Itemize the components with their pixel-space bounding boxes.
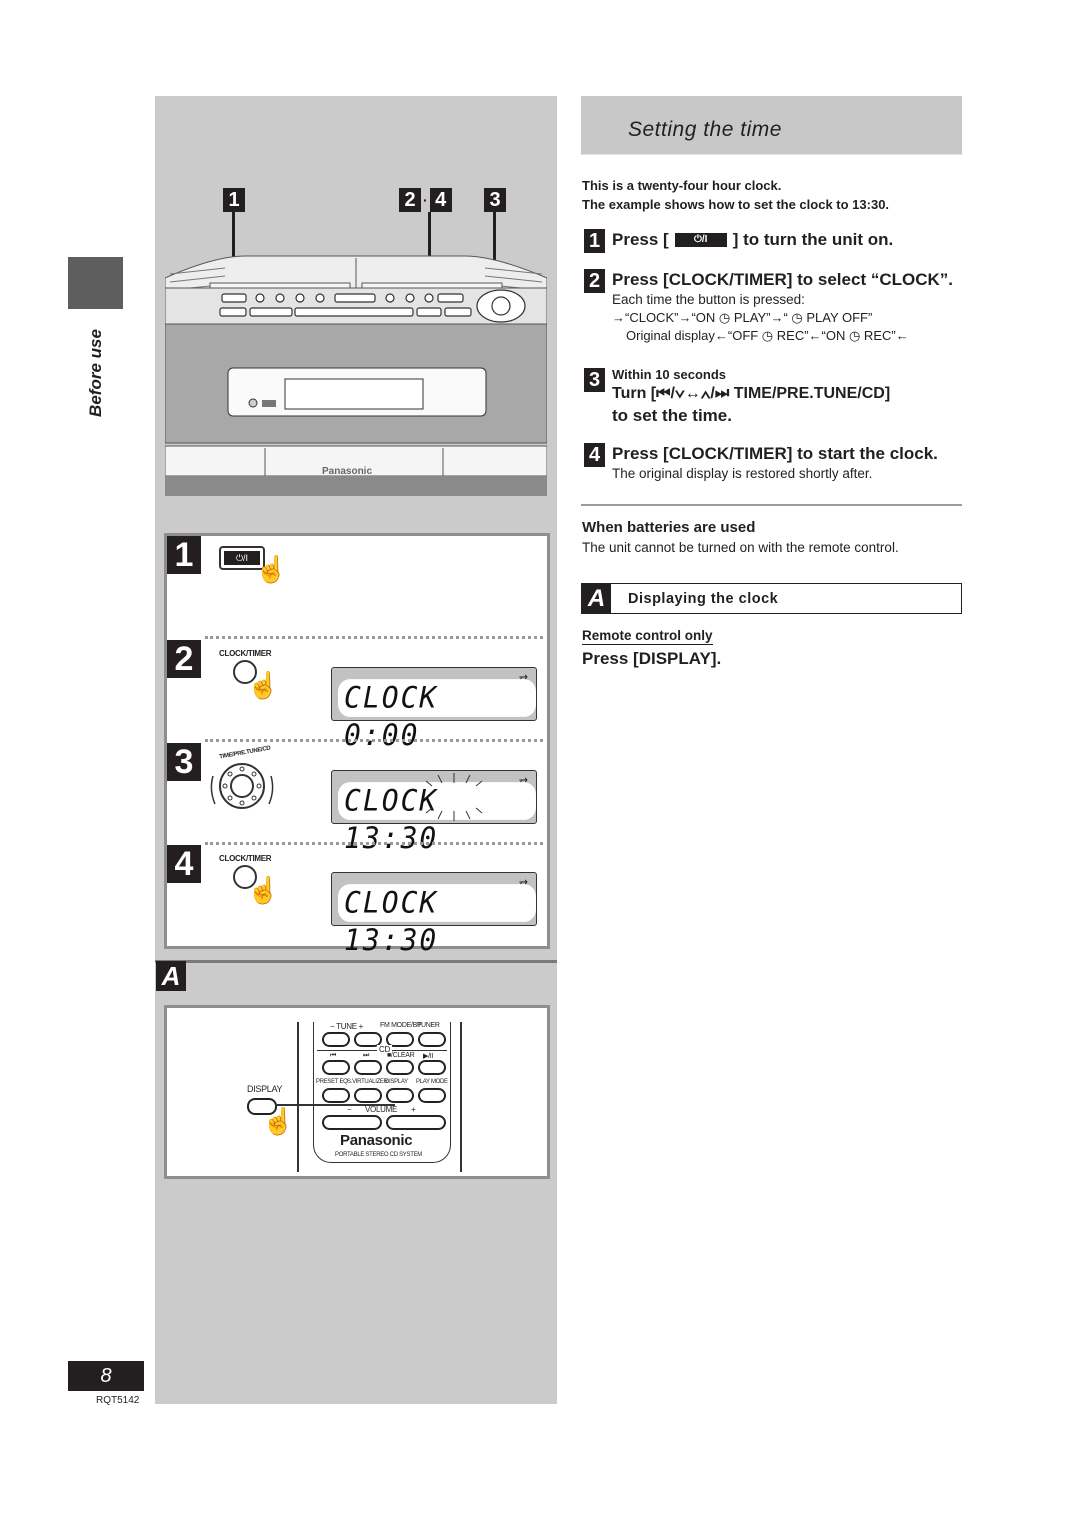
remote-label-volume-minus: − [347,1105,352,1114]
divider [205,739,543,742]
section-a-rule [155,960,557,963]
step-3-prenote: Within 10 seconds [612,367,727,382]
batteries-text: The unit cannot be turned on with the re… [582,540,899,555]
lcd-text: CLOCK 0:00 [338,679,536,753]
remote-button-volume-down [322,1115,382,1130]
instruction-step-1: 1 Press [ ⏻/I ] to turn the unit on. [584,229,893,253]
document-code: RQT5142 [96,1395,140,1406]
remote-button-stop-clear [386,1060,414,1075]
lcd-display: ⇄ CLOCK 13:30 [331,872,537,958]
remote-button-volume-up [386,1115,446,1130]
callout-1: 1 [223,188,245,212]
remote-label-display: DISPLAY [385,1079,408,1085]
section-a-marker-illustration: A [156,961,186,991]
section-label-text: Before use [86,329,105,417]
section-a-title: Displaying the clock [628,591,779,607]
remote-only-subhead: Remote control only [582,628,713,645]
remote-button-tune-minus [322,1032,350,1047]
step-3-heading-line-2: to set the time. [612,406,732,425]
hand-pointer-icon: ☝ [247,875,280,905]
remote-button-play-mode [418,1088,446,1103]
step-2-heading: Press [CLOCK/TIMER] to select “CLOCK”. [612,270,953,289]
batteries-heading: When batteries are used [582,519,756,536]
remote-label-play-pause: ▶/II [423,1053,434,1060]
remote-illustration: − TUNE + FM MODE/BP TUNER CD ⏮ ⏭ ■/CLEAR… [164,1005,550,1179]
unit-brand-logo: Panasonic [322,466,373,477]
clock-timer-label: CLOCK/TIMER [219,854,272,863]
remote-button-next [354,1060,382,1075]
clock-timer-label: CLOCK/TIMER [219,649,272,658]
step-1-marker: 1 [167,536,201,574]
instruction-step-4: 4 Press [CLOCK/TIMER] to start the clock… [584,443,938,483]
page-title: Setting the time [628,118,782,141]
remote-button-play-pause [418,1060,446,1075]
remote-brand-logo: Panasonic [340,1132,413,1149]
step-3-marker: 3 [167,743,201,781]
step-2-cycle-line-2: Original display←“OFF ◷ REC”←“ON ◷ REC”← [626,328,909,343]
lcd-display: ⇄ CLOCK 0:00 [331,667,537,753]
press-display-instruction: Press [DISPLAY]. [582,649,722,668]
steps-panel: 1 ⏻/I ☝ 2 CLOCK/TIMER ☝ ⇄ CLOCK 0:00 3 T… [164,533,550,958]
intro-line-1: This is a twenty-four hour clock. [582,178,782,193]
remote-button-tuner [418,1032,446,1047]
callout-3: 3 [484,188,506,212]
instruction-step-2: 2 Press [CLOCK/TIMER] to select “CLOCK”.… [584,269,953,345]
intro-line-2: The example shows how to set the clock t… [582,197,890,212]
section-title-bar: Setting the time [581,96,962,155]
remote-label-fm-mode: FM MODE/BP [380,1022,422,1029]
step-1-text-pre: Press [ [612,230,669,249]
remote-label-play-mode: PLAY MODE [416,1079,448,1085]
callout-2-4: 2 · 4 [399,188,457,212]
step-3-number: 3 [584,368,605,392]
remote-label-tune: − TUNE + [330,1022,364,1031]
divider [205,842,543,845]
lcd-display-blinking: ⇄ CLOCK 13:30 [331,770,537,856]
lcd-text: CLOCK 13:30 [338,884,536,958]
step-2-marker: 2 [167,640,201,678]
remote-label-volume: VOLUME [365,1105,397,1114]
section-a-header: A Displaying the clock [581,583,962,614]
remote-label-prev: ⏮ [330,1052,336,1059]
remote-label-next: ⏭ [363,1052,369,1059]
hand-pointer-icon: ☝ [262,1106,295,1136]
section-a-marker: A [582,584,611,613]
step-2-note: Each time the button is pressed: [612,292,805,307]
display-pointer-label: DISPLAY [247,1084,283,1094]
remote-label-preset-eq: PRESET EQ [316,1079,348,1085]
instruction-step-3: 3 Within 10 seconds Turn [⏮/∨↔∧/⏭ TIME/P… [584,366,890,427]
remote-label-tuner: TUNER [417,1022,440,1029]
divider [205,636,543,639]
step-3-heading-line-1: Turn [⏮/∨↔∧/⏭ TIME/PRE.TUNE/CD] [612,385,891,402]
step-1-text-post: ] to turn the unit on. [732,230,894,249]
remote-label-s-virtualizer: S.VIRTUALIZER [347,1079,388,1085]
unit-illustration [165,255,547,496]
remote-label-volume-plus: + [411,1105,416,1114]
step-2-number: 2 [584,269,605,293]
step-4-number: 4 [584,443,605,467]
step-1-number: 1 [584,229,605,253]
step-4-heading: Press [CLOCK/TIMER] to start the clock. [612,444,938,463]
hand-pointer-icon: ☝ [247,670,280,700]
remote-button-preset-eq [322,1088,350,1103]
step-4-marker: 4 [167,845,201,883]
blink-rays-icon [425,773,483,821]
page-number: 8 [68,1361,144,1391]
hand-pointer-icon: ☝ [255,554,288,584]
jog-dial-icon [210,763,274,809]
step-4-note: The original display is restored shortly… [612,466,873,481]
section-tab [68,257,123,309]
remote-button-s-virtualizer [354,1088,382,1103]
remote-button-display [386,1088,414,1103]
section-label: Before use [70,318,122,428]
power-button-icon: ⏻/I [674,233,727,247]
divider [581,504,962,506]
remote-button-prev [322,1060,350,1075]
remote-edge [297,1022,299,1172]
remote-subtitle: PORTABLE STEREO CD SYSTEM [335,1152,422,1158]
remote-edge [460,1022,462,1172]
remote-label-stop-clear: ■/CLEAR [387,1052,415,1059]
step-2-cycle-line-1: →“CLOCK”→“ON ◷ PLAY”→“ ◷ PLAY OFF” [612,310,873,325]
